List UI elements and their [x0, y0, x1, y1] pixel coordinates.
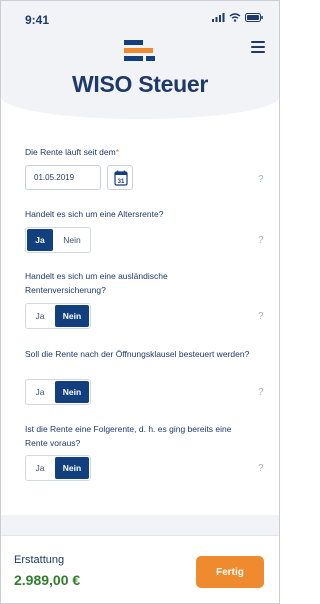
brand-logo-text: WISO Steuer [71, 71, 208, 97]
required-mark: * [115, 147, 120, 157]
start-date-label-text: Die Rente läuft seit dem [25, 147, 116, 157]
toggle-opening-clause: Ja Nein [25, 379, 91, 405]
question-foreign-label: Handelt es sich um eine ausländische Ren… [25, 271, 168, 295]
status-time: 9:41 [25, 13, 50, 27]
app-screen: 9:41 WISO Steuer Die Rente läuft seit de… [0, 0, 280, 604]
menu-line [251, 51, 265, 53]
toggle-follow-up: Ja Nein [25, 455, 91, 481]
battery-icon [245, 13, 263, 22]
question-follow-up-label: Ist die Rente eine Folgerente, d. h. es … [25, 424, 232, 448]
help-icon[interactable]: ? [258, 235, 264, 246]
refund-amount: 2.989,00 € [14, 572, 81, 588]
status-icons [212, 13, 263, 22]
toggle-retirement: Ja Nein [25, 227, 91, 253]
footer-separator [1, 515, 279, 535]
question-retirement-label: Handelt es sich um eine Altersrente? [25, 209, 164, 219]
help-icon[interactable]: ? [258, 311, 264, 322]
option-no[interactable]: Nein [55, 305, 89, 327]
option-no[interactable]: Nein [55, 381, 89, 403]
svg-text:31: 31 [118, 179, 125, 185]
option-yes[interactable]: Ja [27, 229, 53, 251]
help-icon[interactable]: ? [258, 463, 264, 474]
question-opening-clause-label: Soll die Rente nach der Öffnungsklausel … [25, 349, 250, 359]
option-no[interactable]: Nein [55, 457, 89, 479]
toggle-foreign: Ja Nein [25, 303, 91, 329]
done-button[interactable]: Fertig [196, 556, 264, 588]
menu-line [251, 41, 265, 43]
wifi-icon [229, 13, 241, 22]
signal-icon [212, 13, 225, 22]
option-yes[interactable]: Ja [27, 381, 53, 403]
option-no[interactable]: Nein [55, 229, 89, 251]
option-yes[interactable]: Ja [27, 305, 53, 327]
help-icon[interactable]: ? [258, 174, 264, 185]
option-yes[interactable]: Ja [27, 457, 53, 479]
refund-label: Erstattung [14, 554, 65, 566]
calendar-button[interactable]: 31 [107, 165, 133, 190]
help-icon[interactable]: ? [258, 387, 264, 398]
start-date-label: Die Rente läuft seit dem* [25, 145, 245, 159]
calendar-icon: 31 [114, 170, 128, 186]
menu-button[interactable] [251, 41, 265, 53]
logo-mark-icon [124, 40, 155, 61]
menu-line [251, 46, 265, 48]
footer-bar: Erstattung 2.989,00 € Fertig [1, 535, 279, 603]
header: 9:41 WISO Steuer [1, 1, 279, 119]
start-date-input[interactable]: 01.05.2019 [25, 165, 101, 190]
